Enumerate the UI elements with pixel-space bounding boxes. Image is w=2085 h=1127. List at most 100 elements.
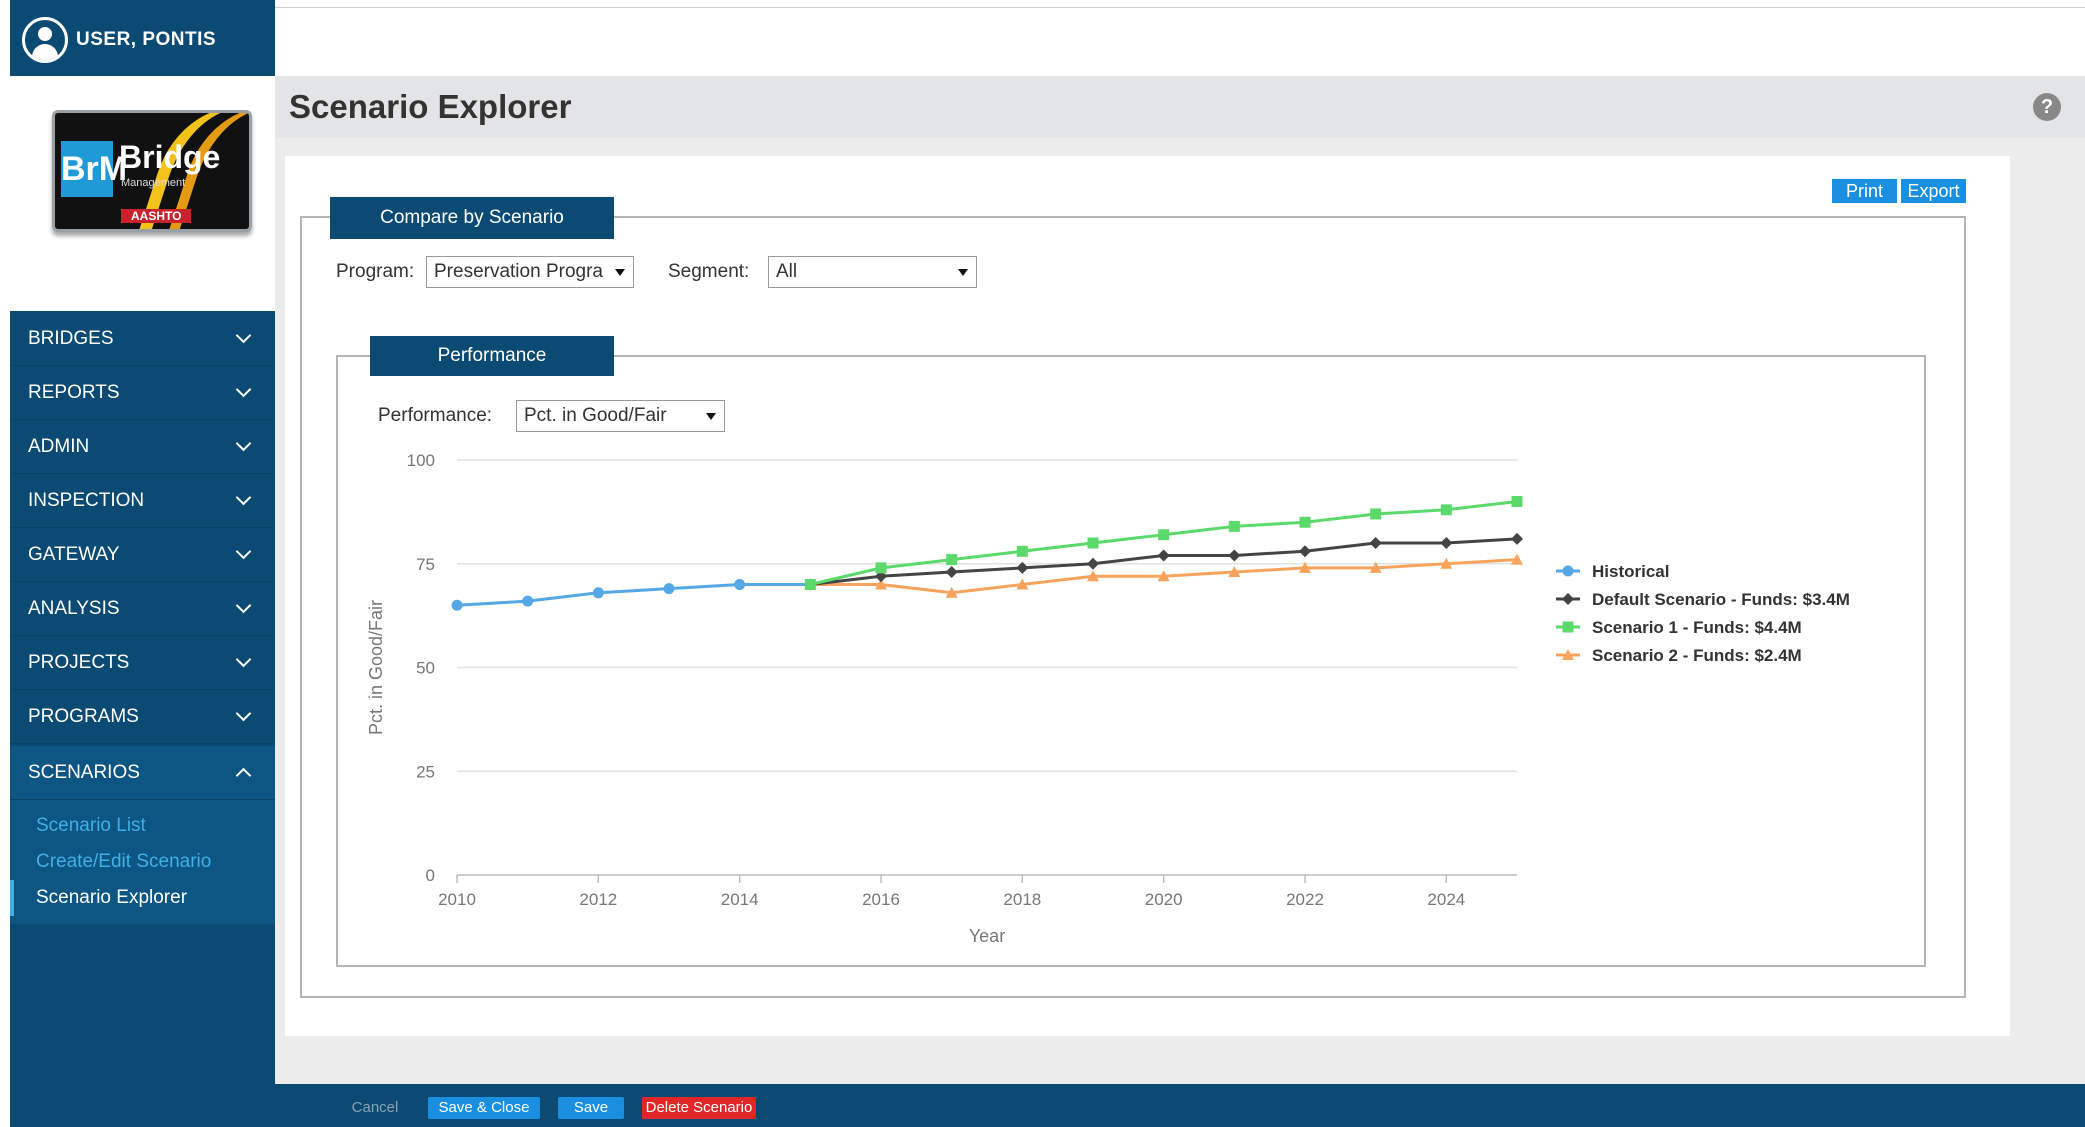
user-avatar-icon [22,17,68,63]
nav-item-projects[interactable]: PROJECTS [10,636,275,690]
x-tick-label: 2024 [1427,890,1465,909]
x-tick-label: 2018 [1003,890,1041,909]
data-point [1157,549,1170,562]
chevron-down-icon [235,327,252,344]
nav-item-label: BRIDGES [28,327,114,349]
performance-chart: 0 25 50 75 100 2010 2012 2014 2016 2018 2020 2022 20… [366,451,1850,946]
nav-item-inspection[interactable]: INSPECTION [10,474,275,528]
top-divider [275,7,2085,8]
nav-item-programs[interactable]: PROGRAMS [10,690,275,744]
data-point [1511,532,1523,545]
logo-area: BrM Bridge Management AASHTO [10,76,275,311]
x-tick-label: 2020 [1145,890,1183,909]
x-axis-title: Year [969,926,1005,946]
nav-item-reports[interactable]: REPORTS [10,366,275,420]
data-point [522,595,534,607]
performance-tab[interactable]: Performance [370,336,614,376]
sub-nav-scenario-list[interactable]: Scenario List [10,808,275,844]
y-tick-label: 75 [416,555,435,574]
data-point [1299,545,1311,558]
logo-brand: Bridge [119,139,221,175]
help-icon[interactable]: ? [2033,93,2061,121]
y-tick-label: 25 [416,762,435,781]
nav-item-label: GATEWAY [28,543,120,565]
y-tick-label: 50 [416,659,435,678]
nav-item-analysis[interactable]: ANALYSIS [10,582,275,636]
nav-item-label: PROGRAMS [28,705,139,727]
data-point [1158,529,1170,541]
chevron-down-icon [235,705,252,722]
data-point [1370,508,1382,520]
data-point [1299,516,1311,528]
save-button[interactable]: Save [558,1097,624,1119]
compare-tab[interactable]: Compare by Scenario [330,197,614,239]
user-bar[interactable]: USER, PONTIS [10,8,275,72]
data-point [1440,504,1452,516]
legend-item-label[interactable]: Scenario 2 - Funds: $2.4M [1592,646,1802,665]
brm-logo: BrM Bridge Management AASHTO [52,110,252,232]
print-button[interactable]: Print [1832,179,1897,203]
sub-nav-create-edit-scenario[interactable]: Create/Edit Scenario [10,844,275,880]
dropdown-arrow-icon [706,413,716,420]
legend-item-label[interactable]: Historical [1592,562,1669,581]
y-tick-label: 0 [426,866,435,885]
nav-item-bridges[interactable]: BRIDGES [10,312,275,366]
nav-item-admin[interactable]: ADMIN [10,420,275,474]
data-point [1016,545,1028,557]
dropdown-arrow-icon [958,269,968,276]
chevron-down-icon [235,489,252,506]
segment-select[interactable]: All [768,256,977,288]
program-label: Program: [336,261,415,282]
data-point [734,579,746,590]
nav-item-label: INSPECTION [28,489,145,511]
logo-sub: Management [121,177,186,189]
data-point [1228,549,1241,562]
nav-item-scenarios[interactable]: SCENARIOS [10,746,275,800]
series-line-0 [456,583,811,607]
nav-item-gateway[interactable]: GATEWAY [10,528,275,582]
program-select[interactable]: Preservation Progra [426,256,634,288]
data-point [663,583,675,595]
data-point [451,599,463,611]
data-point [1440,537,1453,549]
nav-item-label: PROJECTS [28,651,130,673]
main-nav: BRIDGES REPORTS ADMIN INSPECTION GATEWAY… [10,312,275,924]
app-window: USER, PONTIS BrM Bridge Management AASHT… [0,0,2085,1127]
logo-br: BrM [61,141,127,197]
nav-item-label: SCENARIOS [28,761,140,783]
data-point [592,587,604,599]
page-title: Scenario Explorer [289,88,572,125]
legend-marker [1562,593,1574,605]
scenarios-sub-nav: Scenario List Create/Edit Scenario Scena… [10,800,275,924]
y-axis-title: Pct. in Good/Fair [366,600,386,735]
data-point [1087,537,1099,549]
data-point [1511,496,1523,507]
page-header: Scenario Explorer ? [275,76,2085,138]
legend-marker [1562,565,1574,577]
performance-label: Performance: [378,405,493,426]
save-close-button[interactable]: Save & Close [428,1097,540,1119]
program-select-value: Preservation Progra [434,261,603,282]
chevron-down-icon [235,651,252,668]
sub-nav-scenario-explorer[interactable]: Scenario Explorer [10,880,275,916]
data-point [804,579,816,590]
nav-item-label: ANALYSIS [28,597,120,619]
segment-label: Segment: [668,261,750,282]
data-point [1369,537,1382,549]
chevron-up-icon [235,767,252,784]
legend-item-label[interactable]: Scenario 1 - Funds: $4.4M [1592,618,1802,637]
cancel-button[interactable]: Cancel [345,1097,405,1119]
export-button[interactable]: Export [1901,179,1966,203]
nav-item-label: REPORTS [28,381,120,403]
nav-item-label: ADMIN [28,435,90,457]
data-point [945,566,958,579]
chevron-down-icon [235,543,252,560]
sidebar: USER, PONTIS BrM Bridge Management AASHT… [10,0,275,1127]
x-tick-label: 2014 [721,890,759,909]
delete-scenario-button[interactable]: Delete Scenario [642,1097,756,1119]
data-point [1087,557,1099,570]
performance-select[interactable]: Pct. in Good/Fair [516,400,725,432]
legend-item-label[interactable]: Default Scenario - Funds: $3.4M [1592,590,1850,609]
x-tick-label: 2016 [862,890,900,909]
user-name: USER, PONTIS [76,29,217,50]
